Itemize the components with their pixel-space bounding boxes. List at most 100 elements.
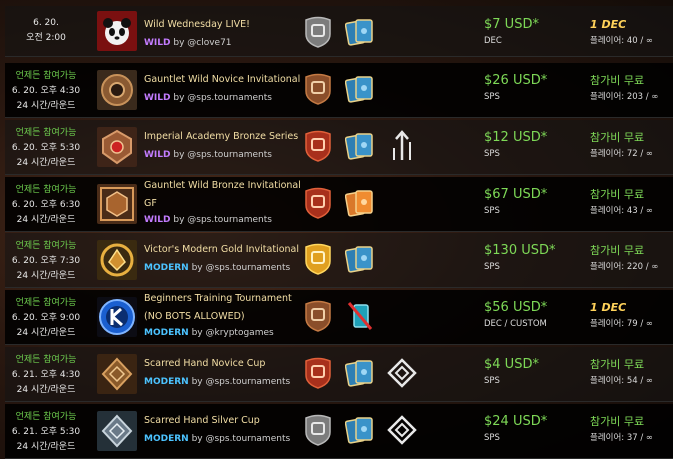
tournament-date: 언제든 참여가능 6. 21. 오후 4:30 24 시간/라운드: [5, 353, 87, 398]
cards-icon: [345, 133, 373, 160]
player-count: 플레이어: 37 / ∞: [590, 433, 654, 443]
tournament-name[interactable]: Gauntlet Wild Novice Invitational: [144, 71, 304, 89]
entry-fee-value: 참가비 무료: [590, 131, 645, 144]
date-text: 6. 20. 오후 5:30: [11, 143, 81, 153]
tournament-row[interactable]: 언제든 참여가능 6. 20. 오후 9:00 24 시간/라운드 Beginn…: [5, 290, 673, 345]
player-count: 플레이어: 43 / ∞: [590, 206, 654, 216]
format-badge: MODERN: [144, 377, 189, 387]
red-league-icon: [305, 130, 331, 162]
organizer[interactable]: by @kryptogames: [192, 328, 274, 338]
availability-text: 언제든 참여가능: [15, 185, 77, 195]
time-text: 오전 2:00: [26, 33, 66, 43]
player-count: 플레이어: 220 / ∞: [590, 262, 659, 272]
entry-fee: 참가비 무료 플레이어: 203 / ∞: [590, 71, 673, 103]
availability-text: 언제든 참여가능: [15, 128, 77, 138]
scarred-hand-logo-icon: [97, 354, 137, 394]
red-league-icon: [305, 187, 331, 219]
prize-currency: SPS: [484, 262, 500, 272]
date-text: 6. 20. 오후 6:30: [11, 200, 81, 210]
organizer[interactable]: by @sps.tournaments: [173, 150, 272, 160]
entry-fee-value: 참가비 무료: [590, 244, 645, 257]
round-info: 24 시간/라운드: [16, 215, 76, 225]
prize-currency: DEC: [484, 36, 502, 46]
date-text: 6. 20. 오후 9:00: [11, 313, 81, 323]
prize-amount: $26 USD*: [484, 73, 548, 88]
prize-currency: SPS: [484, 433, 500, 443]
tournament-info: Wild Wednesday LIVE! WILD by @clove71: [144, 16, 304, 52]
round-info: 24 시간/라운드: [16, 385, 76, 395]
round-info: 24 시간/라운드: [16, 328, 76, 338]
date-text: 6. 20. 오후 7:30: [11, 256, 81, 266]
organizer[interactable]: by @sps.tournaments: [173, 215, 272, 225]
silver-league-icon: [305, 414, 331, 446]
prize-currency: SPS: [484, 149, 500, 159]
tournament-name[interactable]: Wild Wednesday LIVE!: [144, 16, 304, 34]
entry-fee: 참가비 무료 플레이어: 72 / ∞: [590, 128, 673, 160]
tournament-row[interactable]: 언제든 참여가능 6. 21. 오후 5:30 24 시간/라운드 Scarre…: [5, 404, 673, 459]
tournament-row[interactable]: 언제든 참여가능 6. 20. 오후 5:30 24 시간/라운드 Imperi…: [5, 120, 673, 175]
ruleset-icons: [303, 187, 433, 221]
tournament-row[interactable]: 언제든 참여가능 6. 20. 오후 4:30 24 시간/라운드 Gauntl…: [5, 63, 673, 118]
prize-currency: SPS: [484, 206, 500, 216]
tournament-info: Gauntlet Wild Bronze Invitational GF WIL…: [144, 177, 304, 230]
tournament-row[interactable]: 언제든 참여가능 6. 20. 오후 6:30 24 시간/라운드 Gauntl…: [5, 177, 673, 232]
tournament-name[interactable]: Victor's Modern Gold Invitational: [144, 241, 304, 259]
bronze-shield-logo-icon: [97, 70, 137, 110]
ruleset-icons: [303, 73, 433, 107]
date-text: 6. 21. 오후 4:30: [11, 370, 81, 380]
prize-amount: $7 USD*: [484, 17, 539, 32]
organizer[interactable]: by @sps.tournaments: [173, 93, 272, 103]
round-info: 24 시간/라운드: [16, 442, 76, 452]
cards-icon: [345, 360, 373, 387]
ruleset-icons: [303, 16, 433, 50]
prize-amount: $67 USD*: [484, 187, 548, 202]
organizer[interactable]: by @clove71: [173, 38, 231, 48]
organizer[interactable]: by @sps.tournaments: [192, 434, 291, 444]
ruleset-icons: [303, 300, 433, 334]
tournament-row[interactable]: 언제든 참여가능 6. 21. 오후 4:30 24 시간/라운드 Scarre…: [5, 347, 673, 402]
availability-text: 언제든 참여가능: [15, 355, 77, 365]
scarred-hand-silver-logo-icon: [97, 411, 137, 451]
entry-fee-value: 1 DEC: [590, 18, 627, 31]
tournament-info: Scarred Hand Novice Cup MODERN by @sps.t…: [144, 355, 304, 391]
prize-currency: DEC / CUSTOM: [484, 319, 547, 329]
tournament-name[interactable]: Imperial Academy Bronze Series: [144, 128, 304, 146]
tournament-date: 언제든 참여가능 6. 20. 오후 5:30 24 시간/라운드: [5, 126, 87, 171]
player-count: 플레이어: 40 / ∞: [590, 36, 654, 46]
gold-wreath-logo-icon: [97, 240, 137, 280]
bronze-league-icon: [305, 300, 331, 332]
entry-fee: 참가비 무료 플레이어: 43 / ∞: [590, 185, 673, 217]
format-badge: WILD: [144, 93, 171, 103]
tournament-date: 6. 20. 오전 2:00: [5, 16, 87, 46]
tournament-name[interactable]: Beginners Training Tournament (NO BOTS A…: [144, 290, 304, 325]
prize-pool: $130 USD* SPS: [484, 241, 594, 273]
ruleset-icons: [303, 130, 433, 164]
prize-currency: SPS: [484, 92, 500, 102]
organizer[interactable]: by @sps.tournaments: [192, 377, 291, 387]
bronze-frame-logo-icon: [97, 184, 137, 224]
format-badge: WILD: [144, 38, 171, 48]
gold-league-icon: [305, 243, 331, 275]
organizer[interactable]: by @sps.tournaments: [192, 263, 291, 273]
tournament-row[interactable]: 언제든 참여가능 6. 20. 오후 7:30 24 시간/라운드 Victor…: [5, 233, 673, 288]
tournament-info: Victor's Modern Gold Invitational MODERN…: [144, 241, 304, 277]
tournament-name[interactable]: Gauntlet Wild Bronze Invitational GF: [144, 177, 304, 212]
entry-fee: 참가비 무료 플레이어: 54 / ∞: [590, 355, 673, 387]
tournament-name[interactable]: Scarred Hand Novice Cup: [144, 355, 304, 373]
prize-amount: $4 USD*: [484, 357, 539, 372]
cards-icon: [345, 417, 373, 444]
player-count: 플레이어: 203 / ∞: [590, 92, 659, 102]
availability-text: 언제든 참여가능: [15, 412, 77, 422]
tournament-row[interactable]: 6. 20. 오전 2:00 Wild Wednesday LIVE! WILD…: [5, 6, 673, 57]
tournament-name[interactable]: Scarred Hand Silver Cup: [144, 412, 304, 430]
entry-fee: 1 DEC 플레이어: 40 / ∞: [590, 15, 673, 47]
bronze-crest-logo-icon: [97, 127, 137, 167]
cards-icon: [345, 246, 373, 273]
prize-pool: $56 USD* DEC / CUSTOM: [484, 298, 594, 330]
format-badge: MODERN: [144, 263, 189, 273]
tournament-date: 언제든 참여가능 6. 20. 오후 6:30 24 시간/라운드: [5, 183, 87, 228]
prize-pool: $4 USD* SPS: [484, 355, 594, 387]
round-info: 24 시간/라운드: [16, 158, 76, 168]
entry-fee-value: 참가비 무료: [590, 74, 645, 87]
no-cards-icon: [347, 302, 373, 330]
